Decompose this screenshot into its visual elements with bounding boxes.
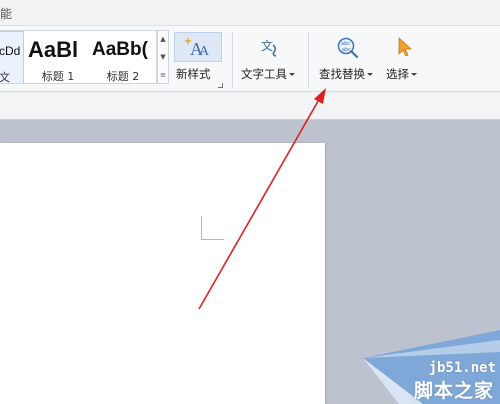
style-gallery: cDd 文 AaBl 标题 1 AaBb( 标题 2: [0, 30, 157, 84]
select-button[interactable]: 选择: [383, 32, 423, 88]
page-margin-marker: [201, 216, 224, 240]
new-style-label: 新样式: [176, 67, 211, 81]
watermark-name: 脚本之家: [413, 380, 494, 402]
scroll-up-icon[interactable]: ▲: [158, 31, 168, 48]
dialog-launcher-icon[interactable]: [218, 83, 223, 88]
title-bar: 能: [0, 0, 500, 26]
chevron-down-icon: [289, 73, 295, 76]
style-label: 标题 1: [41, 70, 75, 83]
text-tools-label: 文字工具: [241, 67, 287, 81]
find-replace-label: 查找替换: [319, 67, 365, 81]
separator: [232, 32, 233, 88]
document-page[interactable]: [0, 143, 325, 404]
svg-text:abc: abc: [342, 47, 351, 53]
find-replace-icon: abc abc: [336, 36, 360, 60]
new-style-icon: A A: [174, 32, 222, 62]
new-style-button[interactable]: A A 新样式: [172, 32, 224, 88]
separator: [308, 32, 309, 88]
style-sample: AaBl: [28, 37, 79, 62]
title-fragment: 能: [0, 7, 13, 21]
style-sample: AaBb(: [92, 39, 148, 60]
style-gallery-scroll[interactable]: ▲ ▼ ≡: [157, 30, 169, 84]
style-item-body[interactable]: cDd 文: [0, 31, 24, 84]
svg-text:文: 文: [261, 38, 273, 53]
text-tools-icon: 文: [260, 36, 282, 58]
style-label: 文: [0, 71, 10, 84]
chevron-down-icon: [411, 73, 417, 76]
scroll-down-icon[interactable]: ▼: [158, 49, 168, 66]
chevron-down-icon: [367, 73, 373, 76]
ribbon-lower-strip: [0, 92, 500, 120]
cursor-arrow-icon: [396, 36, 414, 58]
find-replace-button[interactable]: abc abc 查找替换: [316, 32, 380, 88]
style-sample: cDd: [0, 44, 21, 58]
text-tools-button[interactable]: 文 文字工具: [238, 32, 302, 88]
style-item-heading-1[interactable]: AaBl 标题 1: [26, 31, 90, 83]
style-item-heading-2[interactable]: AaBb( 标题 2: [90, 31, 156, 83]
watermark-url: jb51.net: [428, 360, 496, 376]
svg-text:A: A: [199, 44, 210, 59]
select-label: 选择: [386, 67, 409, 81]
style-label: 标题 2: [106, 70, 140, 83]
gallery-expand-icon[interactable]: ≡: [158, 67, 168, 84]
